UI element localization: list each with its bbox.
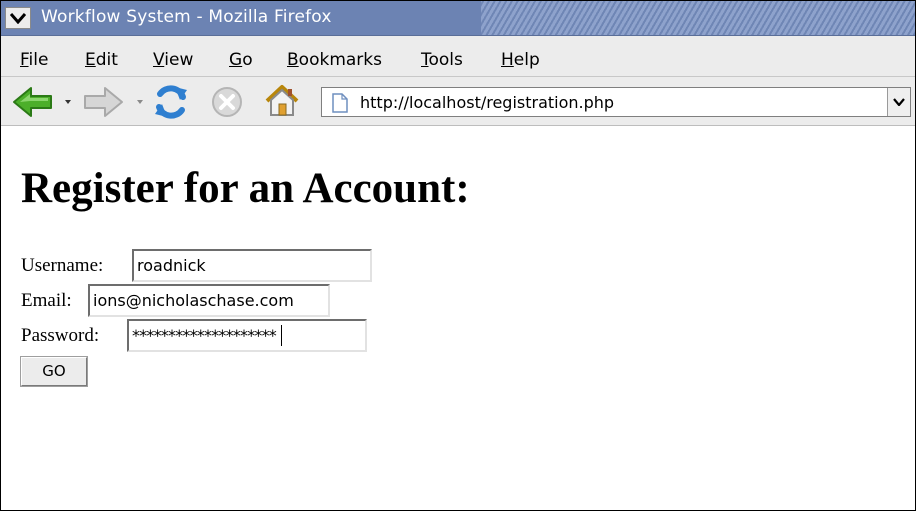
forward-arrow-icon[interactable] bbox=[81, 85, 125, 119]
password-mask: ******************** bbox=[132, 326, 277, 345]
home-icon[interactable] bbox=[263, 83, 301, 119]
text-caret bbox=[281, 325, 282, 346]
page-title: Register for an Account: bbox=[21, 165, 470, 212]
chevron-down-icon bbox=[893, 98, 905, 106]
stop-icon[interactable] bbox=[211, 86, 243, 118]
forward-history-dropdown-icon[interactable] bbox=[137, 99, 143, 105]
email-label: Email: bbox=[21, 290, 72, 311]
username-label: Username: bbox=[21, 255, 104, 276]
menu-view[interactable]: View bbox=[153, 50, 193, 70]
window-title: Workflow System - Mozilla Firefox bbox=[41, 7, 332, 27]
go-button[interactable]: GO bbox=[21, 357, 87, 386]
password-input[interactable]: ******************** bbox=[127, 319, 367, 352]
menu-bookmarks[interactable]: Bookmarks bbox=[287, 50, 382, 70]
page-icon bbox=[332, 93, 348, 113]
username-value: roadnick bbox=[137, 256, 206, 275]
menu-go[interactable]: Go bbox=[229, 50, 253, 70]
menu-tools[interactable]: Tools bbox=[421, 50, 463, 70]
menu-file[interactable]: File bbox=[20, 50, 48, 70]
chevron-down-icon bbox=[10, 13, 26, 24]
menu-bar: File Edit View Go Bookmarks Tools Help bbox=[1, 36, 915, 77]
window-menu-button[interactable] bbox=[5, 7, 31, 29]
username-row: Username: roadnick bbox=[21, 249, 381, 283]
menu-edit[interactable]: Edit bbox=[85, 50, 118, 70]
email-row: Email: ions@nicholaschase.com bbox=[21, 284, 351, 318]
email-value: ions@nicholaschase.com bbox=[93, 291, 294, 310]
back-arrow-icon[interactable] bbox=[11, 85, 55, 119]
username-input[interactable]: roadnick bbox=[132, 249, 372, 282]
password-row: Password: ******************** bbox=[21, 319, 381, 353]
email-input[interactable]: ions@nicholaschase.com bbox=[88, 284, 330, 317]
url-text[interactable]: http://localhost/registration.php bbox=[360, 93, 614, 112]
password-label: Password: bbox=[21, 325, 100, 346]
back-history-dropdown-icon[interactable] bbox=[65, 99, 71, 105]
url-history-dropdown[interactable] bbox=[887, 88, 910, 116]
navigation-toolbar: http://localhost/registration.php bbox=[1, 77, 915, 126]
browser-window: Workflow System - Mozilla Firefox File E… bbox=[0, 0, 916, 511]
address-bar[interactable]: http://localhost/registration.php bbox=[321, 87, 911, 117]
title-bar: Workflow System - Mozilla Firefox bbox=[1, 1, 915, 36]
menu-help[interactable]: Help bbox=[501, 50, 540, 70]
page-content: Register for an Account: Username: roadn… bbox=[1, 126, 915, 510]
reload-icon[interactable] bbox=[153, 84, 189, 120]
